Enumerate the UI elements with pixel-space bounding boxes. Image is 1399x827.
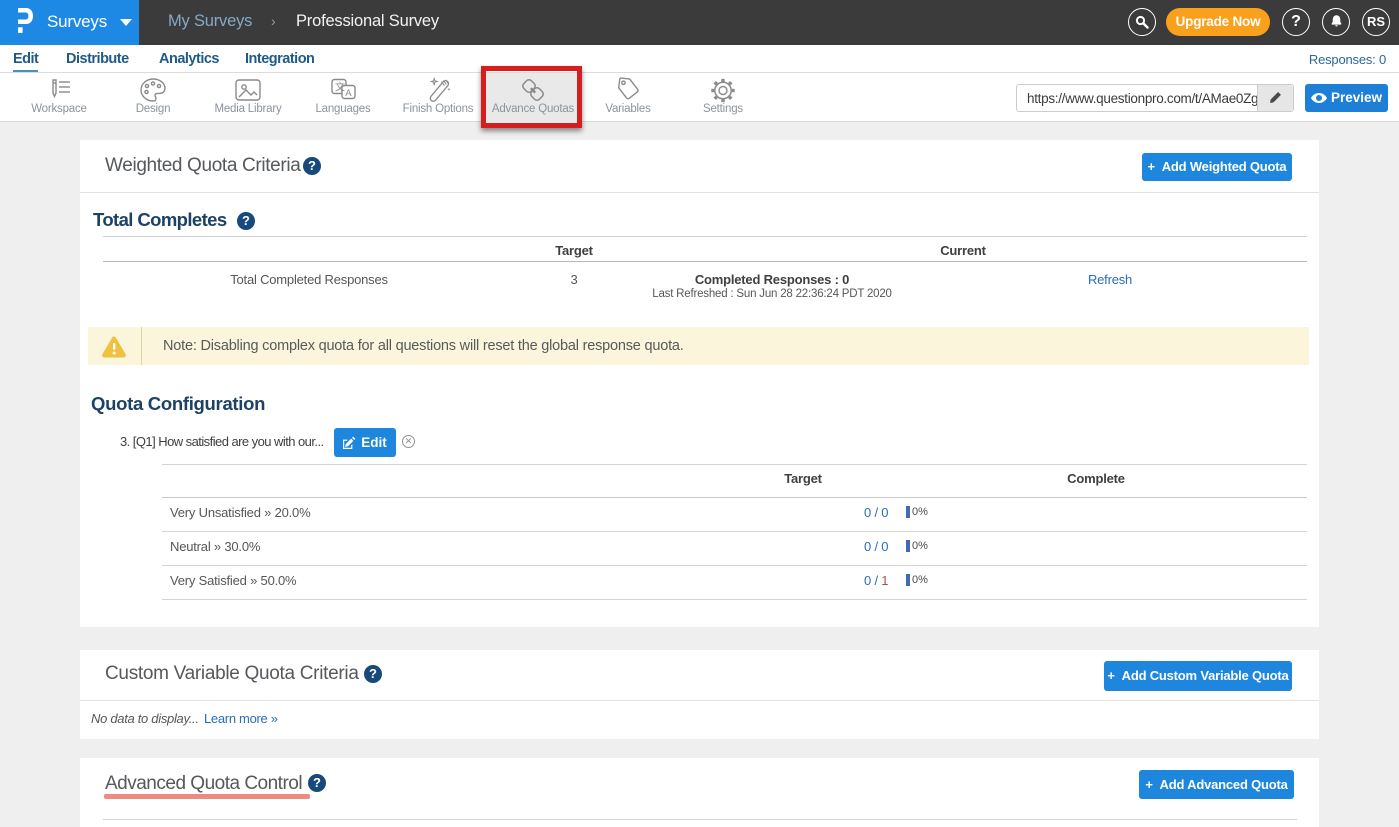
svg-text:文: 文 (335, 81, 345, 94)
svg-text:A: A (345, 88, 352, 99)
